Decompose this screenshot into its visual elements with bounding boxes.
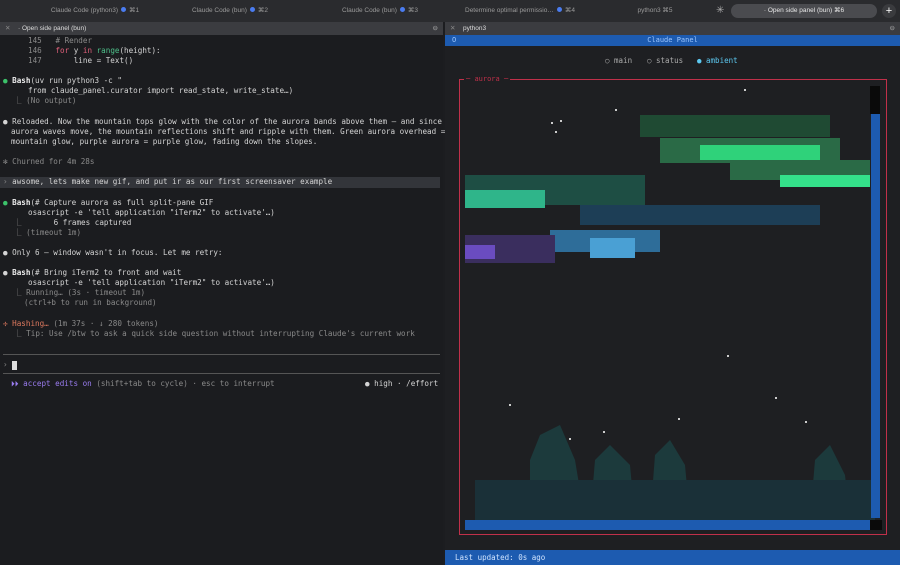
bash-command: from claude_panel.curator import read_st… bbox=[28, 86, 294, 95]
radio-main[interactable]: ○ main bbox=[605, 56, 632, 65]
tab-shortcut: ⌘2 bbox=[257, 7, 269, 14]
radio-status[interactable]: ○ status bbox=[647, 56, 683, 65]
activity-dot-icon bbox=[399, 7, 405, 12]
tab-label: · Open side panel (bun) bbox=[763, 7, 833, 14]
divider bbox=[3, 373, 440, 374]
aurora-frame: ─ aurora ─ bbox=[459, 75, 887, 535]
tab-5[interactable]: python3 ⌘5 bbox=[620, 4, 690, 18]
panel-title-bar: O Claude Panel bbox=[445, 35, 900, 46]
status-bar: Last updated: 0s ago bbox=[445, 550, 900, 565]
mountains bbox=[475, 425, 875, 520]
code-line: 146 for y in range(height): bbox=[28, 46, 161, 55]
user-prompt: › awsome, lets make new gif, and put ir … bbox=[3, 177, 333, 186]
right-pane-header: ✕ python3 ⊖ bbox=[445, 22, 900, 35]
new-tab-button[interactable]: + bbox=[882, 4, 896, 18]
panel-title: Claude Panel bbox=[647, 36, 698, 44]
pane-menu-icon[interactable]: ⊖ bbox=[433, 22, 438, 35]
assistant-message-line: aurora waves move, the mountain reflecti… bbox=[11, 127, 473, 136]
scroll-top bbox=[870, 86, 880, 114]
close-icon[interactable]: ✕ bbox=[450, 22, 455, 35]
tab-shortcut: ⌘6 bbox=[833, 7, 845, 14]
tool-output: ⎿ (timeout 1m) bbox=[14, 228, 82, 237]
bash-tool-call: ● Bash(# Capture aurora as full split-pa… bbox=[3, 198, 214, 207]
prompt-input[interactable]: › bbox=[3, 360, 18, 370]
tip: ⎿ Tip: Use /btw to ask a quick side ques… bbox=[14, 329, 415, 338]
assistant-message: ● Reloaded. Now the mountain tops glow w… bbox=[3, 117, 461, 126]
tab-bar: Claude Code (python3) ⌘1 Claude Code (bun… bbox=[0, 0, 900, 22]
tool-output: (ctrl+b to run in background) bbox=[24, 298, 157, 307]
tool-output: ⎿ Running… (3s · timeout 1m) bbox=[14, 288, 146, 297]
divider bbox=[3, 354, 440, 355]
cursor bbox=[12, 360, 18, 370]
tab-label: Claude Code (python3) bbox=[50, 7, 119, 14]
bash-command: osascript -e 'tell application "iTerm2" … bbox=[28, 208, 275, 217]
bash-tool-call: ● Bash(# Bring iTerm2 to front and wait bbox=[3, 268, 182, 277]
spinner-icon: ✳ bbox=[716, 5, 725, 16]
last-updated: Last updated: 0s ago bbox=[455, 553, 546, 562]
terminal-pane[interactable]: 145 # Render 146 for y in range(height):… bbox=[0, 35, 473, 565]
pane-title: · Open side panel (bun) bbox=[18, 25, 87, 32]
aurora-bands bbox=[465, 115, 870, 263]
bash-tool-call: ● Bash(uv run python3 -c " bbox=[3, 76, 122, 85]
activity-dot-icon bbox=[249, 7, 255, 12]
activity-dot-icon bbox=[121, 7, 127, 12]
tab-label: Claude Code (bun) bbox=[191, 7, 247, 14]
tab-1[interactable]: Claude Code (python3) ⌘1 bbox=[40, 4, 150, 18]
tool-output: ⎿ (No output) bbox=[14, 96, 77, 105]
tab-shortcut: ⌘3 bbox=[407, 7, 419, 14]
bottom-bar bbox=[465, 520, 870, 530]
tab-shortcut: ⌘1 bbox=[129, 7, 140, 14]
pane-title: python3 bbox=[463, 25, 487, 32]
assistant-message-line: mountain glow, purple aurora = purple gl… bbox=[11, 137, 318, 146]
assistant-message: ● Only 6 — window wasn't in focus. Let m… bbox=[3, 248, 223, 257]
tab-3[interactable]: Claude Code (bun) ⌘3 bbox=[325, 4, 435, 18]
tab-label: Claude Code (bun) bbox=[341, 7, 397, 14]
tab-2[interactable]: Claude Code (bun) ⌘2 bbox=[175, 4, 285, 18]
code-line: 147 line = Text() bbox=[28, 56, 134, 65]
claude-panel-pane: O Claude Panel ○ main ○ status ● ambient… bbox=[445, 35, 900, 565]
activity-dot-icon bbox=[556, 7, 562, 12]
pane-menu-icon[interactable]: ⊖ bbox=[890, 22, 895, 35]
close-icon[interactable]: ✕ bbox=[5, 22, 10, 35]
mode-footer[interactable]: ⏵⏵ accept edits on (shift+tab to cycle) … bbox=[11, 379, 275, 389]
tab-shortcut: ⌘5 bbox=[662, 7, 673, 14]
aurora-animation bbox=[465, 86, 882, 530]
churned-status: ✻ Churned for 4m 28s bbox=[3, 157, 95, 166]
tool-output: ⎿ 6 frames captured bbox=[14, 218, 132, 227]
tab-shortcut: ⌘4 bbox=[564, 7, 575, 14]
tab-4[interactable]: Determine optimal permissio… ⌘4 bbox=[455, 4, 585, 18]
bash-command: osascript -e 'tell application "iTerm2" … bbox=[28, 278, 275, 287]
code-line: 145 # Render bbox=[28, 36, 93, 45]
tab-label: python3 bbox=[637, 7, 661, 14]
tab-label: Determine optimal permissio… bbox=[465, 7, 554, 14]
effort-indicator[interactable]: ● high · /effort bbox=[365, 379, 438, 389]
scrollbar[interactable] bbox=[871, 114, 880, 518]
tab-6[interactable]: · Open side panel (bun) ⌘6 bbox=[731, 4, 877, 18]
radio-ambient[interactable]: ● ambient bbox=[697, 56, 738, 65]
left-pane-header: ✕ · Open side panel (bun) ⊖ bbox=[0, 22, 443, 35]
working-status: ✢ Hashing… (1m 37s · ↓ 280 tokens) bbox=[3, 319, 159, 328]
